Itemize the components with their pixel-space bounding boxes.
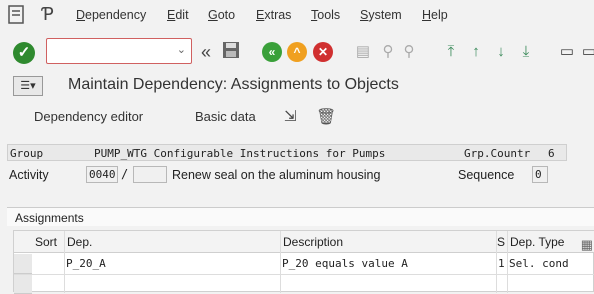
save-icon[interactable] [220,41,242,63]
activity-field[interactable]: 0040 [86,166,118,183]
sap-menu-icon[interactable] [8,5,24,24]
col-s[interactable]: S [496,231,507,253]
menu-system[interactable]: System [360,8,402,22]
cell-description[interactable]: P_20 equals value A [280,254,496,274]
layout-icon[interactable]: ▭ [556,41,578,63]
cell-dep-type[interactable]: Sel. cond [507,254,594,274]
back-icon[interactable]: « [262,42,282,62]
activity-text: Renew seal on the aluminum housing [172,168,381,182]
row-divider [14,274,594,275]
trash-icon[interactable]: 🗑 [316,107,336,127]
grp-counter-value: 6 [548,147,555,160]
menu-dependency[interactable]: Dependency [76,8,146,22]
activity-separator: / [121,167,129,181]
print-icon[interactable]: ▤ [352,41,374,63]
assignments-table: Sort Dep. Description S Dep. Type ▦ P_20… [13,230,594,294]
menu-extras[interactable]: Extras [256,8,291,22]
menu-toggle-icon[interactable]: ☰▾ [13,76,43,96]
menu-bar: Ƥ Dependency Edit Goto Extras Tools Syst… [0,0,594,32]
group-row: Group PUMP_WTG Configurable Instructions… [7,144,567,161]
cell-s[interactable]: 1 [496,254,507,274]
menu-help[interactable]: Help [422,8,448,22]
select-all-header[interactable] [14,231,32,253]
page-title: Maintain Dependency: Assignments to Obje… [68,76,399,93]
sequence-field[interactable]: 0 [532,166,548,183]
grp-counter-label: Grp.Countr [464,147,531,160]
basic-data-button[interactable]: Basic data [195,109,256,124]
back-double-icon[interactable]: « [195,41,217,63]
col-dep[interactable]: Dep. [64,231,280,253]
cell-sort[interactable] [32,254,64,274]
row-selector[interactable] [14,274,32,294]
sub-activity-field[interactable] [133,166,167,183]
first-page-icon[interactable]: ⤒ [440,41,462,63]
check-icon[interactable]: ✓ [13,42,35,64]
group-value: PUMP_WTG Configurable Instructions for P… [94,147,386,160]
exit-icon[interactable]: ^ [287,42,307,62]
menu-goto[interactable]: Goto [208,8,235,22]
find-next-icon[interactable]: ⚲ [398,41,420,63]
group-label: Group [10,147,44,160]
sap-p-icon[interactable]: Ƥ [42,4,54,25]
col-dep-type[interactable]: Dep. Type ▦ [507,231,594,253]
layout-icon-2[interactable]: ▭ [578,41,594,63]
last-page-icon[interactable]: ⤓ [515,41,537,63]
col-description[interactable]: Description [280,231,496,253]
row-selector[interactable] [14,254,32,274]
chevron-down-icon[interactable]: ⌄ [177,43,186,56]
sequence-label: Sequence [458,168,515,182]
command-field[interactable]: ⌄ [46,38,192,64]
menu-edit[interactable]: Edit [167,8,189,22]
cancel-icon[interactable]: ✕ [313,42,333,62]
command-input[interactable] [49,40,173,62]
activity-label: Activity [9,168,49,182]
col-sort[interactable]: Sort [32,231,64,253]
dependency-editor-button[interactable]: Dependency editor [34,109,143,124]
col-dep-type-label: Dep. Type [510,235,565,249]
select-cursor-icon[interactable]: ⇲ [284,107,297,125]
next-page-icon[interactable]: ↓ [490,41,512,63]
menu-tools[interactable]: Tools [311,8,340,22]
prev-page-icon[interactable]: ↑ [465,41,487,63]
assignments-title: Assignments [7,207,594,226]
cell-dep[interactable]: P_20_A [64,254,280,274]
table-settings-icon[interactable]: ▦ [581,234,593,256]
find-icon[interactable]: ⚲ [377,41,399,63]
